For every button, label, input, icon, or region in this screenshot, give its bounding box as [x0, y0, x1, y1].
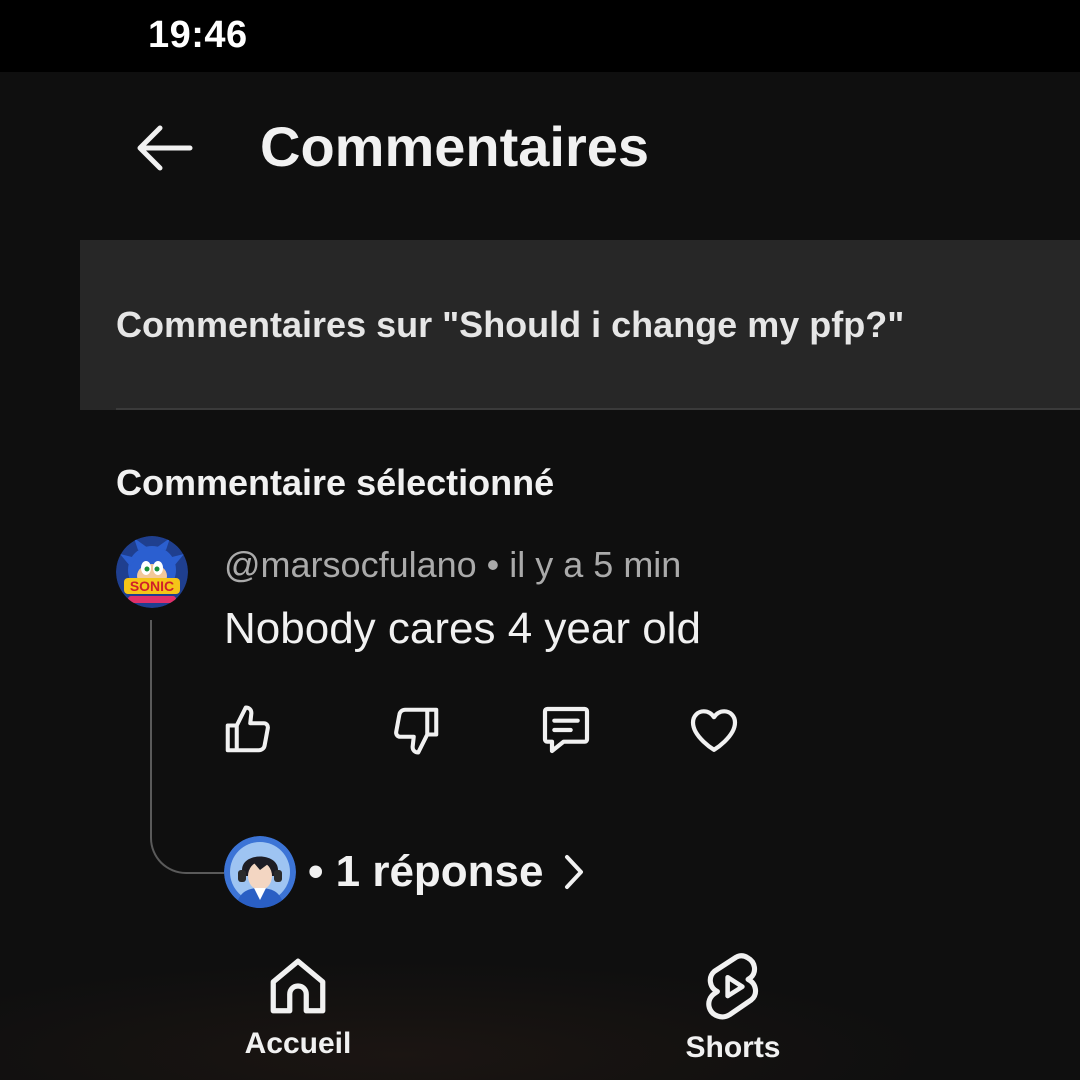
home-icon — [270, 958, 326, 1014]
nav-label-home: Accueil — [244, 1027, 352, 1060]
arrow-left-icon — [137, 125, 193, 171]
avatar[interactable]: SONIC — [116, 536, 188, 608]
comment-icon — [542, 706, 590, 754]
page-title: Commentaires — [260, 115, 650, 178]
chevron-right-icon — [562, 853, 586, 891]
nav-label-shorts: Shorts — [685, 1031, 781, 1064]
back-button[interactable] — [124, 108, 204, 188]
meta-separator: • — [476, 544, 510, 585]
reply-button[interactable] — [536, 700, 596, 760]
replies-count: • 1 réponse — [308, 847, 544, 896]
thread-connector — [150, 620, 224, 874]
like-button[interactable] — [218, 700, 278, 760]
comment-author[interactable]: @marsocfulano — [224, 544, 477, 585]
video-context-banner[interactable]: Commentaires sur "Should i change my pfp… — [80, 240, 1080, 410]
header: Commentaires — [0, 72, 1080, 222]
comment-meta: @marsocfulano • il y a 5 min — [224, 544, 681, 586]
status-time: 19:46 — [148, 14, 248, 56]
comment-text: Nobody cares 4 year old — [224, 604, 701, 653]
avatar-image: SONIC — [116, 536, 188, 608]
nav-item-shorts[interactable]: Shorts — [633, 953, 833, 1073]
status-bar: 19:46 — [0, 0, 1080, 72]
comment-timestamp: il y a 5 min — [509, 544, 682, 585]
thumbs-up-icon — [225, 705, 270, 753]
heart-button[interactable] — [684, 700, 744, 760]
reply-avatar — [224, 836, 296, 908]
replies-link[interactable]: • 1 réponse — [224, 836, 586, 908]
dislike-button[interactable] — [386, 700, 446, 760]
bottom-nav: Accueil Shorts — [0, 935, 1080, 1080]
nav-item-home[interactable]: Accueil — [198, 953, 398, 1073]
divider — [116, 408, 1080, 410]
thumbs-down-icon — [394, 707, 439, 755]
heart-icon — [690, 709, 738, 752]
video-context-text: Commentaires sur "Should i change my pfp… — [116, 304, 905, 345]
svg-text:SONIC: SONIC — [130, 578, 174, 594]
shorts-icon — [706, 953, 759, 1020]
selected-comment-heading: Commentaire sélectionné — [116, 462, 555, 503]
